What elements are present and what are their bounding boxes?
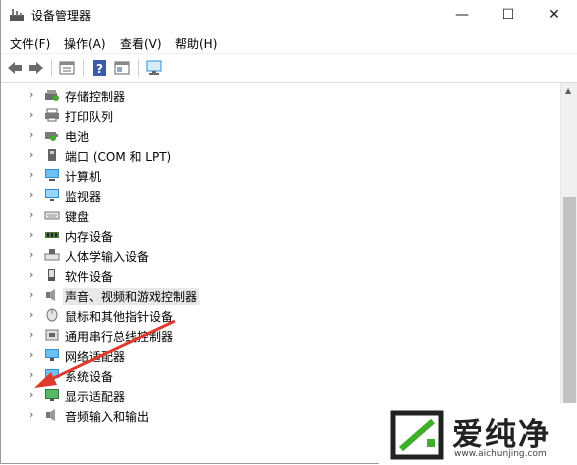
tree-item[interactable]: › 通用串行总线控制器 — [1, 325, 541, 345]
tree-item[interactable]: › 计算机 — [1, 165, 541, 185]
display-adapter-icon — [45, 389, 59, 401]
menu-bar: 文件(F) 操作(A) 查看(V) 帮助(H) — [1, 31, 577, 54]
watermark-logo-icon — [390, 410, 444, 460]
tree-item[interactable]: › 网络适配器 — [1, 345, 541, 365]
properties-panel-icon[interactable] — [58, 59, 76, 77]
scroll-up-arrow-icon[interactable]: ▲ — [565, 86, 571, 95]
tree-item[interactable]: › 人体学输入设备 — [1, 245, 541, 265]
chevron-right-icon[interactable]: › — [29, 108, 39, 122]
storage-controller-icon — [45, 90, 59, 101]
tree-item-label: 软件设备 — [65, 270, 114, 284]
monitor-icon — [45, 189, 59, 201]
update-driver-icon[interactable] — [113, 59, 131, 77]
chevron-right-icon[interactable]: › — [29, 168, 39, 182]
chevron-right-icon[interactable]: › — [29, 128, 39, 142]
back-arrow-icon[interactable] — [6, 59, 24, 77]
tree-item-label: 通用串行总线控制器 — [65, 330, 174, 344]
chevron-right-icon[interactable]: › — [29, 148, 39, 162]
tree-item[interactable]: › 内存设备 — [1, 225, 541, 245]
tree-item-label: 键盘 — [65, 210, 90, 224]
chevron-right-icon[interactable]: › — [29, 328, 39, 342]
system-device-icon — [45, 369, 59, 381]
window-title: 设备管理器 — [31, 9, 92, 23]
chevron-right-icon[interactable]: › — [29, 348, 39, 362]
tree-item-label: 网络适配器 — [65, 350, 126, 364]
menu-help[interactable]: 帮助(H) — [175, 35, 217, 52]
software-device-icon — [48, 269, 55, 281]
tree-item[interactable]: › 显示适配器 — [1, 385, 541, 405]
chevron-right-icon[interactable]: › — [29, 248, 39, 262]
tree-item[interactable]: › 鼠标和其他指针设备 — [1, 305, 541, 325]
menu-action[interactable]: 操作(A) — [64, 35, 106, 52]
tree-item[interactable]: › 存储控制器 — [1, 85, 541, 105]
maximize-button[interactable]: ☐ — [485, 0, 531, 30]
device-manager-window: 设备管理器 — ☐ ✕ 文件(F) 操作(A) 查看(V) 帮助(H) ? › … — [0, 0, 577, 465]
tree-item-label: 人体学输入设备 — [65, 250, 150, 264]
chevron-right-icon[interactable]: › — [29, 388, 39, 402]
watermark: 爱纯净 www.aichunjing.com — [379, 403, 577, 465]
chevron-right-icon[interactable]: › — [29, 88, 39, 102]
chevron-right-icon[interactable]: › — [29, 288, 39, 302]
tree-item-label: 显示适配器 — [65, 390, 126, 404]
audio-io-icon — [46, 409, 55, 421]
help-icon[interactable]: ? — [91, 59, 109, 77]
tree-item-label: 声音、视频和游戏控制器 — [63, 288, 200, 305]
speaker-icon — [46, 289, 55, 301]
tree-item[interactable]: › 打印队列 — [1, 105, 541, 125]
tree-item-label: 电池 — [65, 130, 90, 144]
mouse-icon — [46, 308, 58, 322]
keyboard-icon — [44, 211, 60, 220]
tree-item[interactable]: › 键盘 — [1, 205, 541, 225]
printer-icon — [45, 108, 59, 122]
memory-icon — [45, 232, 59, 238]
tree-item[interactable]: › 电池 — [1, 125, 541, 145]
toolbar: ? — [1, 54, 577, 83]
watermark-text: 爱纯净 — [452, 417, 551, 453]
minimize-button[interactable]: — — [439, 0, 485, 30]
scan-hardware-icon[interactable] — [145, 59, 163, 77]
network-adapter-icon — [45, 349, 59, 361]
tree-item-label: 监视器 — [65, 190, 102, 204]
menu-view[interactable]: 查看(V) — [120, 35, 162, 52]
tree-item[interactable]: › 端口 (COM 和 LPT) — [1, 145, 541, 165]
tree-item-label: 端口 (COM 和 LPT) — [65, 150, 172, 164]
svg-text:?: ? — [96, 62, 103, 76]
computer-icon — [45, 169, 59, 181]
usb-icon — [45, 329, 59, 341]
tree-item-label: 内存设备 — [65, 230, 114, 244]
watermark-url: www.aichunjing.com — [454, 449, 547, 459]
battery-icon — [45, 132, 58, 141]
toolbar-separator — [83, 59, 84, 77]
chevron-right-icon[interactable]: › — [29, 408, 39, 422]
chevron-right-icon[interactable]: › — [29, 208, 39, 222]
tree-item[interactable]: › 系统设备 — [1, 365, 541, 385]
port-icon — [48, 149, 56, 161]
tree-item[interactable]: › 声音、视频和游戏控制器 — [1, 285, 541, 305]
tree-item-label: 计算机 — [65, 170, 102, 184]
tree-item-label: 打印队列 — [65, 110, 114, 124]
chevron-right-icon[interactable]: › — [29, 268, 39, 282]
menu-file[interactable]: 文件(F) — [10, 35, 50, 52]
tree-item-label: 系统设备 — [65, 370, 114, 384]
chevron-right-icon[interactable]: › — [29, 228, 39, 242]
chevron-right-icon[interactable]: › — [29, 368, 39, 382]
title-bar[interactable]: 设备管理器 — ☐ ✕ — [1, 0, 577, 31]
tree-item-label: 音频输入和输出 — [65, 410, 150, 424]
chevron-right-icon[interactable]: › — [29, 308, 39, 322]
toolbar-separator — [138, 59, 139, 77]
forward-arrow-icon[interactable] — [27, 59, 45, 77]
device-manager-app-icon — [10, 9, 24, 21]
tree-item[interactable]: › 监视器 — [1, 185, 541, 205]
toolbar-separator — [51, 59, 52, 77]
hid-icon — [44, 249, 60, 261]
close-button[interactable]: ✕ — [531, 0, 577, 30]
chevron-right-icon[interactable]: › — [29, 188, 39, 202]
tree-item-label: 鼠标和其他指针设备 — [65, 310, 174, 324]
tree-item-label: 存储控制器 — [65, 90, 126, 104]
tree-item[interactable]: › 软件设备 — [1, 265, 541, 285]
